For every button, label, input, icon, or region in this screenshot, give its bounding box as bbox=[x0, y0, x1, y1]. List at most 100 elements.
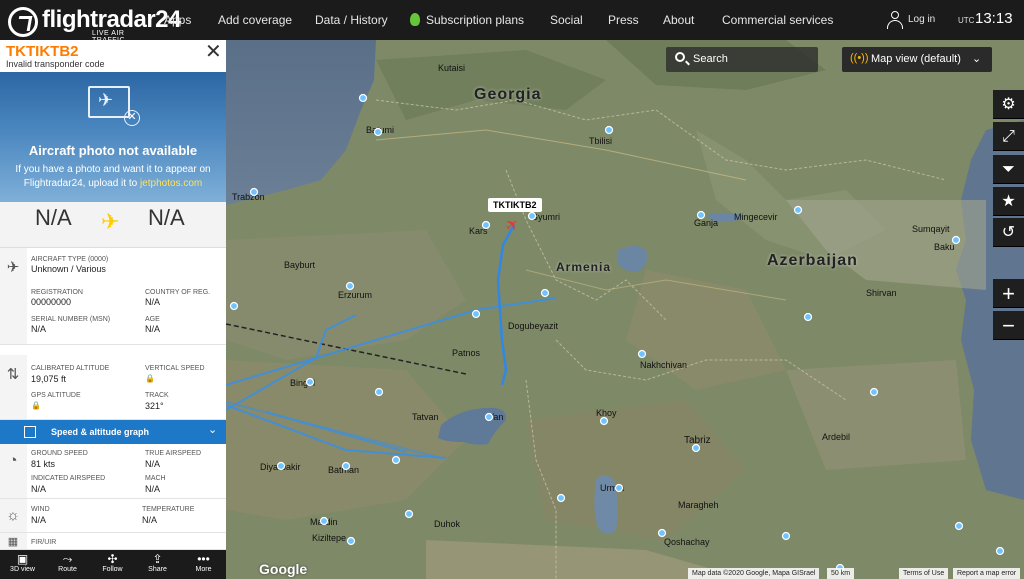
flight-label[interactable]: TKTIKTB2 bbox=[488, 198, 542, 212]
user-icon[interactable] bbox=[887, 11, 903, 29]
settings-button[interactable]: ⚙ bbox=[993, 90, 1024, 119]
lightbulb-icon bbox=[410, 13, 420, 26]
airport-pin-nakhchivan[interactable] bbox=[637, 349, 647, 359]
airport-pin-shirvan[interactable] bbox=[803, 312, 813, 322]
airport-pin-ganja[interactable] bbox=[696, 210, 706, 220]
zoom-out-button[interactable]: − bbox=[993, 311, 1024, 340]
flightradar24-logo[interactable]: flightradar24 LIVE AIR TRAFFIC bbox=[6, 4, 181, 44]
more-icon: ••• bbox=[197, 552, 210, 566]
bookmarks-button[interactable]: ★ bbox=[993, 187, 1024, 216]
aircraft-icon: ✈ bbox=[6, 259, 20, 276]
airport-pin-kars[interactable] bbox=[481, 220, 491, 230]
lock-icon: 🔒 bbox=[31, 401, 41, 410]
flight-map[interactable]: Georgia Armenia Azerbaijan Kutaisi Batum… bbox=[226, 40, 1024, 579]
photo-icon bbox=[88, 86, 130, 118]
follow-button[interactable]: ✣ Follow bbox=[90, 550, 135, 579]
track-label: TRACK bbox=[145, 392, 169, 399]
airport-pin-ardabil[interactable] bbox=[781, 531, 791, 541]
jetphotos-link[interactable]: jetphotos.com bbox=[140, 178, 202, 189]
more-button[interactable]: ••• More bbox=[181, 550, 226, 579]
nav-press[interactable]: Press bbox=[608, 0, 639, 40]
airport-pin-caspian[interactable] bbox=[995, 546, 1005, 556]
filter-button[interactable]: ⏷ bbox=[993, 155, 1024, 184]
country-label: COUNTRY OF REG. bbox=[145, 289, 211, 296]
airport-pin-diyarbakir[interactable] bbox=[276, 461, 286, 471]
nav-social[interactable]: Social bbox=[550, 0, 583, 40]
map-scale: 50 km bbox=[827, 568, 855, 579]
search-box[interactable]: Search bbox=[666, 47, 818, 72]
weather-icon: ☼ bbox=[6, 507, 20, 524]
panel-action-bar: ▣ 3D view ⤳ Route ✣ Follow ⇪ Share ••• More bbox=[0, 550, 226, 579]
wind-value: N/A bbox=[31, 515, 47, 525]
airport-pin-van[interactable] bbox=[484, 412, 494, 422]
speed-altitude-graph-toggle[interactable]: Speed & altitude graph ⌄ bbox=[0, 420, 226, 444]
airport-pin-agri[interactable] bbox=[471, 309, 481, 319]
nav-subscription-plans[interactable]: Subscription plans bbox=[410, 0, 524, 40]
airport-pin-rasht[interactable] bbox=[954, 521, 964, 531]
flight-callsign: TKTIKTB2 bbox=[6, 43, 79, 60]
history-icon: ↺ bbox=[1001, 224, 1016, 241]
airport-pin-gyumri[interactable] bbox=[527, 211, 537, 221]
serial-value: N/A bbox=[31, 324, 47, 334]
altitude-icon: ⇅ bbox=[6, 366, 20, 383]
mach-label: MACH bbox=[145, 475, 166, 482]
share-button[interactable]: ⇪ Share bbox=[135, 550, 180, 579]
airport-pin-hakkari[interactable] bbox=[556, 493, 566, 503]
gps-altitude-label: GPS ALTITUDE bbox=[31, 392, 81, 399]
age-value: N/A bbox=[145, 324, 161, 334]
nav-about[interactable]: About bbox=[663, 0, 694, 40]
airport-pin-baku[interactable] bbox=[951, 235, 961, 245]
route-summary: N/A ✈ N/A bbox=[0, 202, 226, 248]
airport-pin-batman[interactable] bbox=[341, 461, 351, 471]
weather-info-block: ☼ WIND N/A TEMPERATURE N/A bbox=[0, 499, 226, 533]
airport-pin-tbilisi[interactable] bbox=[604, 125, 614, 135]
playback-button[interactable]: ↺ bbox=[993, 218, 1024, 247]
filter-icon: ⏷ bbox=[1002, 161, 1015, 178]
speedometer-icon: ◔ bbox=[8, 452, 18, 469]
graph-icon bbox=[24, 426, 36, 438]
airport-pin-bingol[interactable] bbox=[305, 377, 315, 387]
google-logo: Google bbox=[259, 561, 308, 577]
route-button[interactable]: ⤳ Route bbox=[45, 550, 90, 579]
airport-pin-mardin[interactable] bbox=[319, 516, 329, 526]
airport-pin-tabriz[interactable] bbox=[691, 443, 701, 453]
nav-apps[interactable]: Apps bbox=[164, 0, 191, 40]
airport-pin-igdir[interactable] bbox=[540, 288, 550, 298]
map-view-dropdown[interactable]: ((•)) Map view (default) ⌄ bbox=[842, 47, 992, 72]
nav-add-coverage[interactable]: Add coverage bbox=[218, 0, 292, 40]
airport-pin-batumi[interactable] bbox=[373, 127, 383, 137]
top-navigation-bar: flightradar24 LIVE AIR TRAFFIC Apps Add … bbox=[0, 0, 1024, 44]
airport-pin-khoy[interactable] bbox=[599, 416, 609, 426]
zoom-in-button[interactable]: + bbox=[993, 279, 1024, 308]
fir-info-block: ▦ FIR/UIR bbox=[0, 533, 226, 550]
transponder-note: Invalid transponder code bbox=[6, 59, 105, 69]
terms-link[interactable]: Terms of Use bbox=[899, 568, 949, 579]
airport-pin-mingecevir[interactable] bbox=[793, 205, 803, 215]
airport-pin-trabzon[interactable] bbox=[249, 187, 259, 197]
widgets-button[interactable]: ⤢ bbox=[993, 122, 1024, 151]
logo-icon bbox=[8, 7, 38, 37]
true-airspeed-label: TRUE AIRSPEED bbox=[145, 450, 202, 457]
airport-pin-sirnak[interactable] bbox=[404, 509, 414, 519]
airport-pin-urmia[interactable] bbox=[614, 483, 624, 493]
close-icon[interactable]: ✕ bbox=[205, 42, 222, 62]
airport-pin-erzurum[interactable] bbox=[345, 281, 355, 291]
ground-speed-value: 81 kts bbox=[31, 459, 56, 469]
report-map-error-link[interactable]: Report a map error bbox=[953, 568, 1021, 579]
airport-pin-kutaisi[interactable] bbox=[358, 93, 368, 103]
airport-pins-layer bbox=[229, 93, 1005, 573]
3d-view-button[interactable]: ▣ 3D view bbox=[0, 550, 45, 579]
wind-label: WIND bbox=[31, 506, 50, 513]
chevron-down-icon: ⌄ bbox=[208, 424, 218, 436]
airport-pin-mus[interactable] bbox=[374, 387, 384, 397]
search-icon bbox=[675, 52, 685, 62]
airport-pin-kiziltepe[interactable] bbox=[346, 536, 356, 546]
nav-commercial-services[interactable]: Commercial services bbox=[722, 0, 833, 40]
airport-pin-lankaran[interactable] bbox=[869, 387, 879, 397]
airport-pin-erzincan[interactable] bbox=[229, 301, 239, 311]
ground-speed-label: GROUND SPEED bbox=[31, 450, 88, 457]
nav-data-history[interactable]: Data / History bbox=[315, 0, 388, 40]
login-link[interactable]: Log in bbox=[908, 0, 935, 40]
airport-pin-maragheh[interactable] bbox=[657, 528, 667, 538]
airport-pin-siirt[interactable] bbox=[391, 455, 401, 465]
